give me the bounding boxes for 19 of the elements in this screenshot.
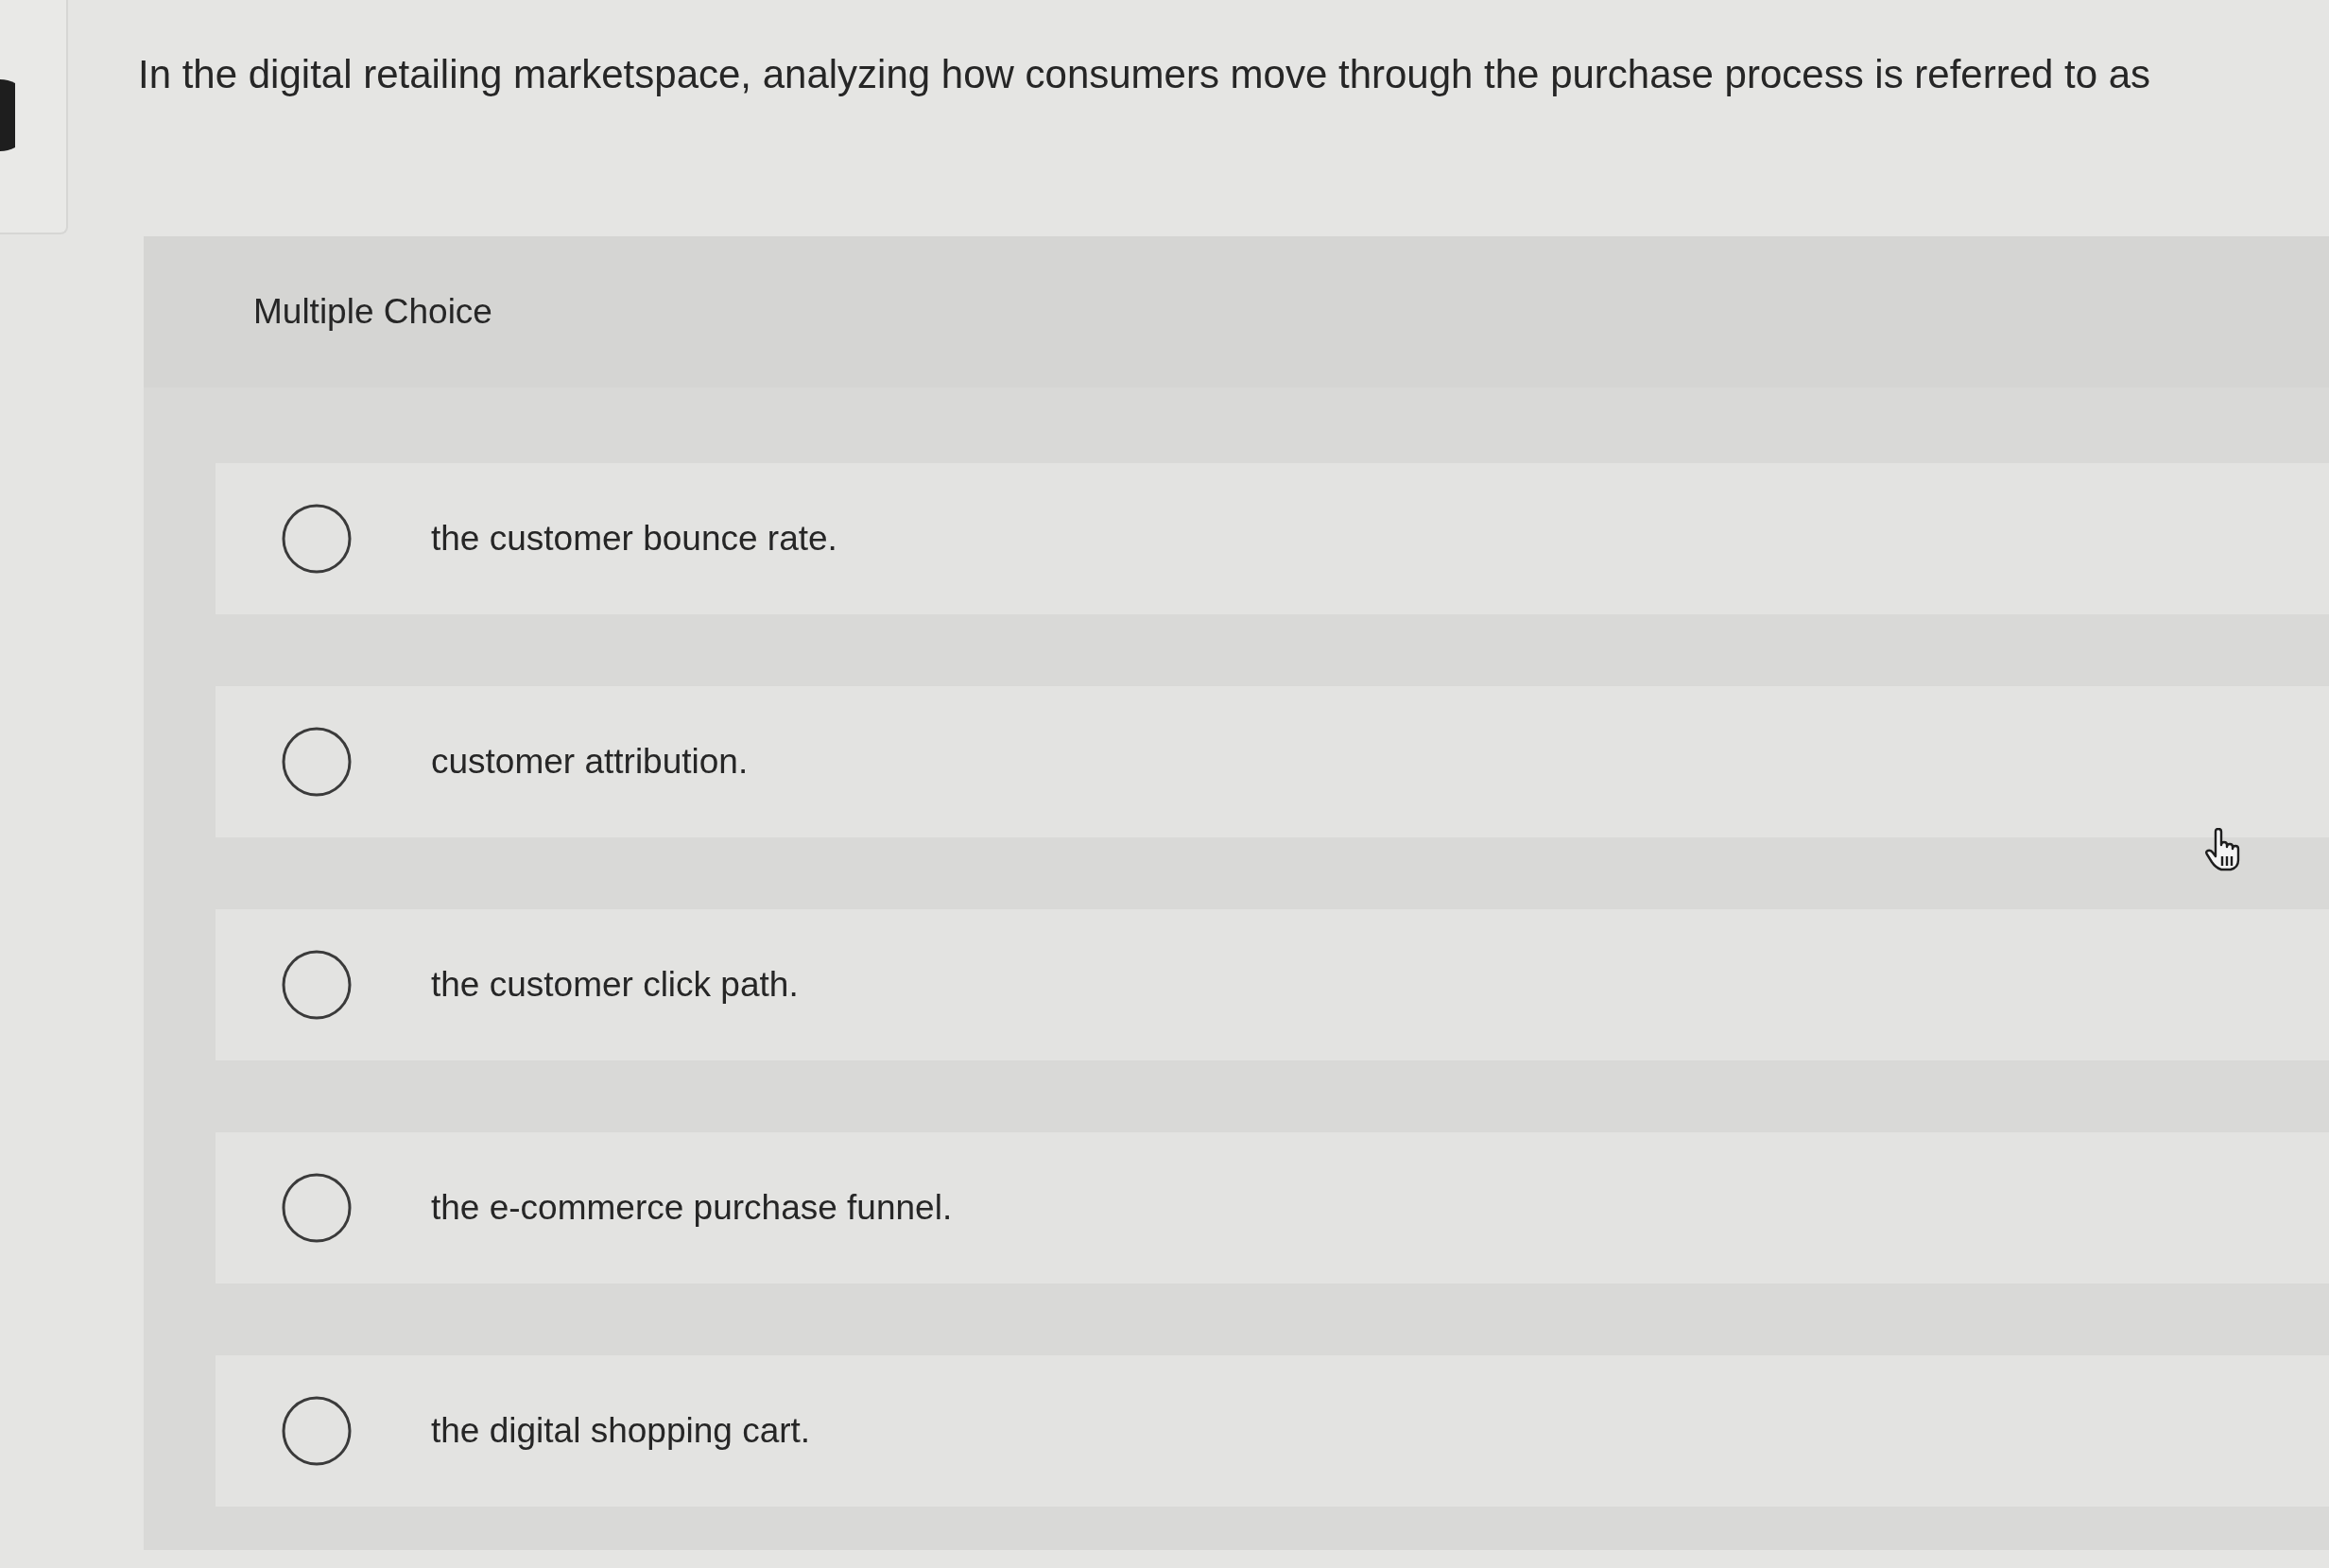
radio-button[interactable] [282,1173,352,1243]
answer-option[interactable]: the customer click path. [216,909,2329,1060]
hand-cursor-icon [2204,828,2242,871]
radio-button[interactable] [282,727,352,797]
radio-button[interactable] [282,950,352,1020]
question-text: In the digital retailing marketspace, analyzing how consumers move through the purchase process is referred to as [138,51,2151,98]
option-text: the digital shopping cart. [431,1411,811,1451]
option-text: customer attribution. [431,742,749,782]
radio-button[interactable] [282,504,352,574]
badge-icon [0,79,15,151]
option-text: the customer bounce rate. [431,519,837,559]
radio-button[interactable] [282,1396,352,1466]
option-text: the customer click path. [431,965,799,1005]
question-type-label: Multiple Choice [253,292,492,332]
answer-option[interactable]: the customer bounce rate. [216,463,2329,614]
answer-option[interactable]: customer attribution. [216,686,2329,837]
answer-option[interactable]: the digital shopping cart. [216,1355,2329,1507]
option-text: the e-commerce purchase funnel. [431,1188,953,1228]
answer-option[interactable]: the e-commerce purchase funnel. [216,1132,2329,1284]
